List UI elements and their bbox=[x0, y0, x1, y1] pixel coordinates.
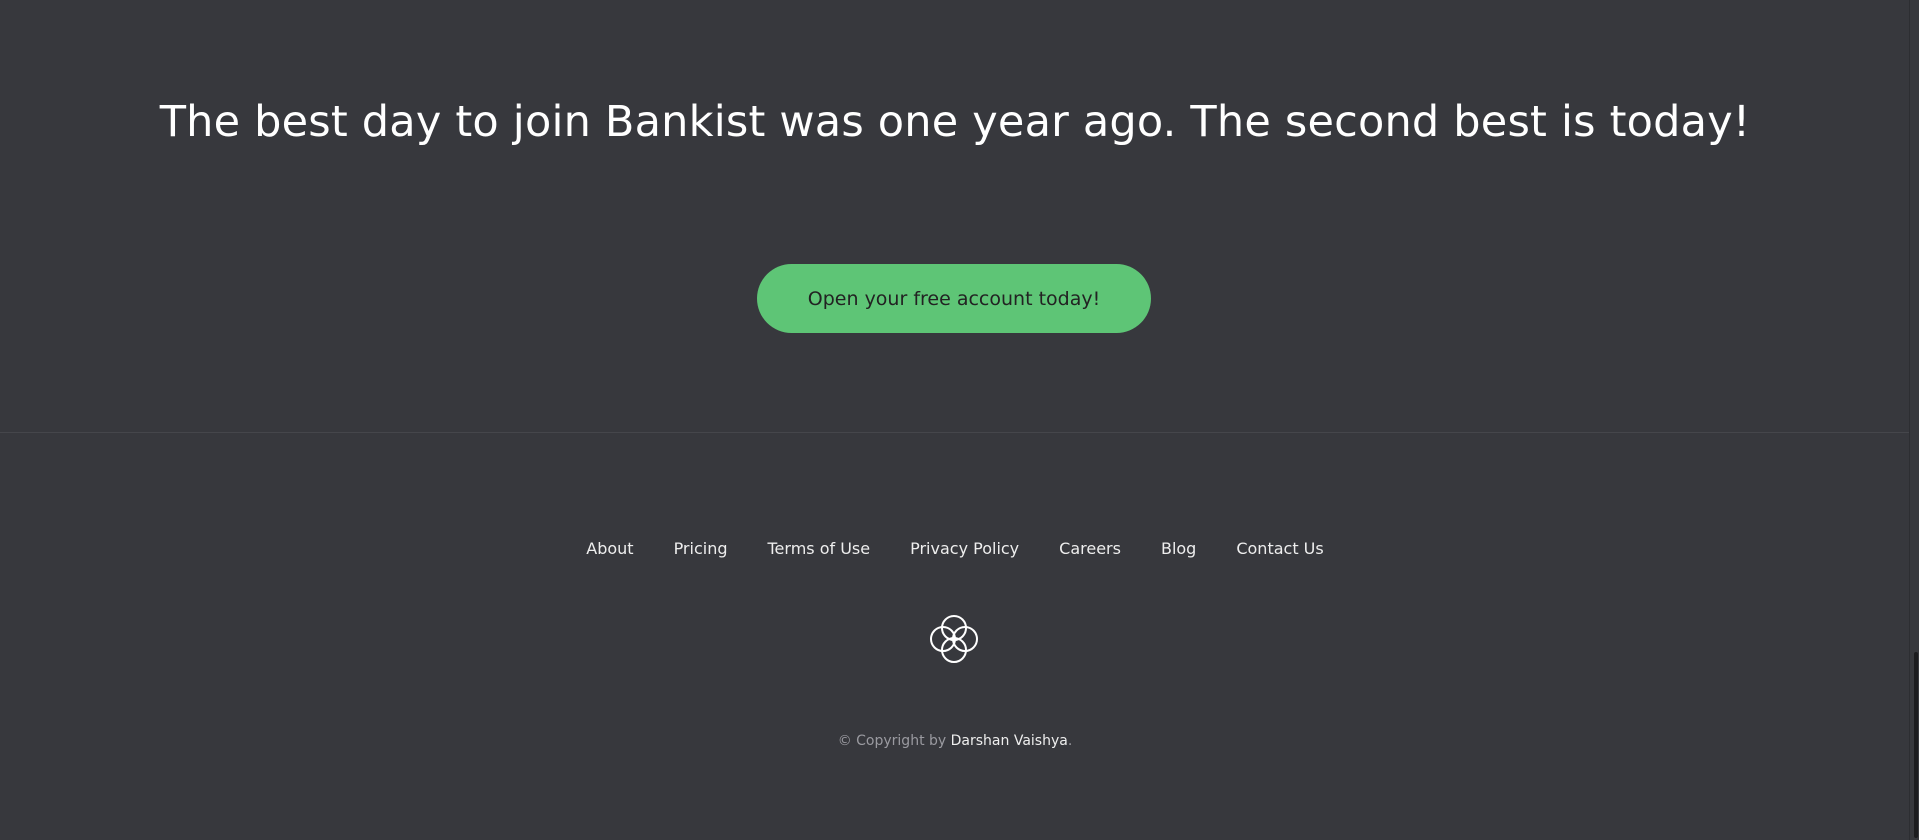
copyright: © Copyright by Darshan Vaishya. bbox=[0, 731, 1910, 751]
footer-nav: About Pricing Terms of Use Privacy Polic… bbox=[0, 538, 1910, 560]
footer-link-privacy[interactable]: Privacy Policy bbox=[910, 539, 1019, 558]
signup-section: The best day to join Bankist was one yea… bbox=[0, 0, 1910, 432]
section-divider bbox=[0, 432, 1910, 433]
footer-nav-item: Contact Us bbox=[1236, 538, 1323, 560]
scrollbar[interactable] bbox=[1909, 0, 1919, 840]
footer-nav-item: Pricing bbox=[674, 538, 728, 560]
bankist-logo-icon bbox=[930, 615, 978, 663]
footer-link-terms[interactable]: Terms of Use bbox=[768, 539, 871, 558]
footer-link-about[interactable]: About bbox=[586, 539, 633, 558]
footer-link-careers[interactable]: Careers bbox=[1059, 539, 1121, 558]
open-account-button[interactable]: Open your free account today! bbox=[757, 264, 1151, 333]
copyright-prefix: © Copyright by bbox=[837, 733, 951, 749]
footer-nav-item: Careers bbox=[1059, 538, 1121, 560]
signup-title: The best day to join Bankist was one yea… bbox=[159, 97, 1751, 147]
footer-nav-item: Privacy Policy bbox=[910, 538, 1019, 560]
footer-nav-item: Terms of Use bbox=[768, 538, 871, 560]
footer-link-pricing[interactable]: Pricing bbox=[674, 539, 728, 558]
footer-link-contact[interactable]: Contact Us bbox=[1236, 539, 1323, 558]
copyright-suffix: . bbox=[1067, 733, 1073, 749]
footer-nav-item: About bbox=[586, 538, 633, 560]
footer-nav-item: Blog bbox=[1161, 538, 1196, 560]
scrollbar-thumb[interactable] bbox=[1914, 652, 1918, 838]
page: The best day to join Bankist was one yea… bbox=[0, 0, 1919, 840]
footer-link-blog[interactable]: Blog bbox=[1161, 539, 1196, 558]
copyright-author-link[interactable]: Darshan Vaishya bbox=[951, 733, 1068, 749]
